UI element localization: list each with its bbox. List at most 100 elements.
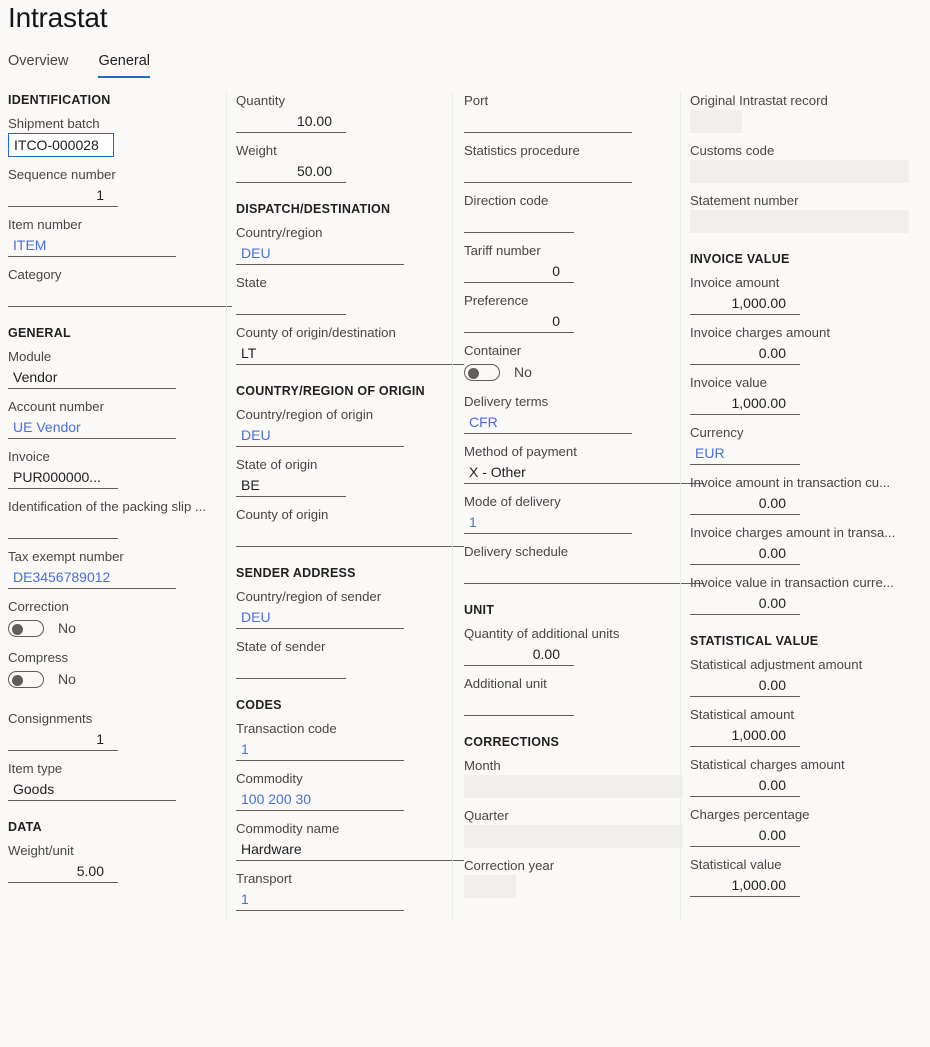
item-number-input[interactable]: ITEM bbox=[8, 234, 176, 257]
shipment-batch-input[interactable]: ITCO-000028 bbox=[8, 133, 114, 157]
field-state: State bbox=[236, 274, 442, 315]
tab-general[interactable]: General bbox=[98, 52, 151, 78]
invoice-amount-input[interactable]: 1,000.00 bbox=[690, 292, 800, 315]
currency-input[interactable]: EUR bbox=[690, 442, 800, 465]
packing-slip-input[interactable] bbox=[8, 516, 118, 539]
field-packing-slip: Identification of the packing slip ... bbox=[8, 498, 216, 539]
field-county-origin-destination: County of origin/destination LT bbox=[236, 324, 464, 365]
field-invoice-charges-transaction-currency: Invoice charges amount in transa... 0.00 bbox=[690, 524, 920, 565]
county-of-origin-input[interactable] bbox=[236, 524, 464, 547]
delivery-terms-input[interactable]: CFR bbox=[464, 411, 632, 434]
field-statistical-amount: Statistical amount 1,000.00 bbox=[690, 706, 920, 747]
statistical-value-input[interactable]: 1,000.00 bbox=[690, 874, 800, 897]
delivery-schedule-input[interactable] bbox=[464, 561, 704, 584]
statistical-amount-input[interactable]: 1,000.00 bbox=[690, 724, 800, 747]
field-quarter: Quarter bbox=[464, 807, 683, 848]
invoice-value-input[interactable]: 1,000.00 bbox=[690, 392, 800, 415]
correction-label: Correction bbox=[8, 599, 69, 614]
qty-additional-units-input[interactable]: 0.00 bbox=[464, 643, 574, 666]
field-quantity: Quantity 10.00 bbox=[236, 92, 442, 133]
correction-toggle-value: No bbox=[58, 620, 76, 636]
field-account-number: Account number UE Vendor bbox=[8, 398, 216, 439]
field-invoice-value-transaction-currency: Invoice value in transaction curre... 0.… bbox=[690, 574, 920, 615]
port-input[interactable] bbox=[464, 110, 632, 133]
transaction-code-input[interactable]: 1 bbox=[236, 738, 404, 761]
invoice-charges-transaction-currency-input[interactable]: 0.00 bbox=[690, 542, 800, 565]
country-of-sender-input[interactable]: DEU bbox=[236, 606, 404, 629]
form-columns: IDENTIFICATION Shipment batch ITCO-00002… bbox=[0, 92, 930, 920]
transport-input[interactable]: 1 bbox=[236, 888, 404, 911]
original-intrastat-record-input bbox=[690, 110, 742, 133]
statistics-procedure-input[interactable] bbox=[464, 160, 632, 183]
field-commodity-name: Commodity name Hardware bbox=[236, 820, 464, 861]
category-label: Category bbox=[8, 267, 62, 282]
field-mode-of-delivery: Mode of delivery 1 bbox=[464, 493, 670, 534]
quarter-input bbox=[464, 825, 683, 848]
country-region-input[interactable]: DEU bbox=[236, 242, 404, 265]
weight-input[interactable]: 50.00 bbox=[236, 160, 346, 183]
county-of-origin-label: County of origin bbox=[236, 507, 329, 522]
statistical-adjustment-amount-input[interactable]: 0.00 bbox=[690, 674, 800, 697]
statement-number-input bbox=[690, 210, 909, 233]
consignments-input[interactable]: 1 bbox=[8, 728, 118, 751]
field-item-type: Item type Goods bbox=[8, 760, 216, 801]
field-tariff-number: Tariff number 0 bbox=[464, 242, 670, 283]
additional-unit-input[interactable] bbox=[464, 693, 574, 716]
weight-unit-input[interactable]: 5.00 bbox=[8, 860, 118, 883]
field-commodity: Commodity 100 200 30 bbox=[236, 770, 442, 811]
tab-overview[interactable]: Overview bbox=[8, 52, 68, 78]
account-number-label: Account number bbox=[8, 399, 105, 414]
invoice-value-label: Invoice value bbox=[690, 375, 767, 390]
method-of-payment-input[interactable]: X - Other bbox=[464, 461, 704, 484]
correction-toggle[interactable] bbox=[8, 619, 44, 637]
commodity-name-input[interactable]: Hardware bbox=[236, 838, 464, 861]
invoice-charges-amount-input[interactable]: 0.00 bbox=[690, 342, 800, 365]
county-origin-destination-input[interactable]: LT bbox=[236, 342, 464, 365]
commodity-input[interactable]: 100 200 30 bbox=[236, 788, 404, 811]
customs-code-input bbox=[690, 160, 909, 183]
category-input[interactable] bbox=[8, 284, 232, 307]
state-of-sender-input[interactable] bbox=[236, 656, 346, 679]
mode-of-delivery-input[interactable]: 1 bbox=[464, 511, 632, 534]
state-input[interactable] bbox=[236, 292, 346, 315]
invoice-amount-transaction-currency-input[interactable]: 0.00 bbox=[690, 492, 800, 515]
sequence-number-input[interactable]: 1 bbox=[8, 184, 118, 207]
charges-percentage-input[interactable]: 0.00 bbox=[690, 824, 800, 847]
toggle-knob-icon bbox=[12, 623, 23, 635]
additional-unit-label: Additional unit bbox=[464, 676, 547, 691]
country-of-origin-input[interactable]: DEU bbox=[236, 424, 404, 447]
section-general: GENERAL bbox=[8, 326, 71, 340]
toggle-knob-icon bbox=[12, 674, 23, 686]
compress-toggle[interactable] bbox=[8, 670, 44, 688]
preference-input[interactable]: 0 bbox=[464, 310, 574, 333]
column-identification: IDENTIFICATION Shipment batch ITCO-00002… bbox=[0, 92, 232, 920]
weight-label: Weight bbox=[236, 143, 277, 158]
item-type-input[interactable]: Goods bbox=[8, 778, 176, 801]
shipment-batch-label: Shipment batch bbox=[8, 116, 100, 131]
field-invoice-value: Invoice value 1,000.00 bbox=[690, 374, 920, 415]
state-of-origin-input[interactable]: BE bbox=[236, 474, 346, 497]
container-toggle[interactable] bbox=[464, 363, 500, 381]
field-consignments: Consignments 1 bbox=[8, 710, 216, 751]
invoice-value-transaction-currency-label: Invoice value in transaction curre... bbox=[690, 575, 894, 590]
county-origin-destination-label: County of origin/destination bbox=[236, 325, 396, 340]
invoice-value-transaction-currency-input[interactable]: 0.00 bbox=[690, 592, 800, 615]
field-additional-unit: Additional unit bbox=[464, 675, 670, 716]
tariff-number-input[interactable]: 0 bbox=[464, 260, 574, 283]
module-input[interactable]: Vendor bbox=[8, 366, 176, 389]
correction-toggle-row: No bbox=[8, 616, 216, 640]
direction-code-input[interactable] bbox=[464, 210, 574, 233]
field-method-of-payment: Method of payment X - Other bbox=[464, 443, 704, 484]
state-of-sender-label: State of sender bbox=[236, 639, 326, 654]
statistical-adjustment-amount-label: Statistical adjustment amount bbox=[690, 657, 863, 672]
column-shipment-details: Port Statistics procedure Direction code… bbox=[452, 92, 704, 920]
invoice-input[interactable]: PUR000000... bbox=[8, 466, 118, 489]
tax-exempt-number-input[interactable]: DE3456789012 bbox=[8, 566, 176, 589]
account-number-input[interactable]: UE Vendor bbox=[8, 416, 176, 439]
statistical-charges-amount-input[interactable]: 0.00 bbox=[690, 774, 800, 797]
qty-additional-units-label: Quantity of additional units bbox=[464, 626, 620, 641]
quantity-input[interactable]: 10.00 bbox=[236, 110, 346, 133]
field-original-intrastat-record: Original Intrastat record bbox=[690, 92, 920, 133]
tax-exempt-number-label: Tax exempt number bbox=[8, 549, 124, 564]
